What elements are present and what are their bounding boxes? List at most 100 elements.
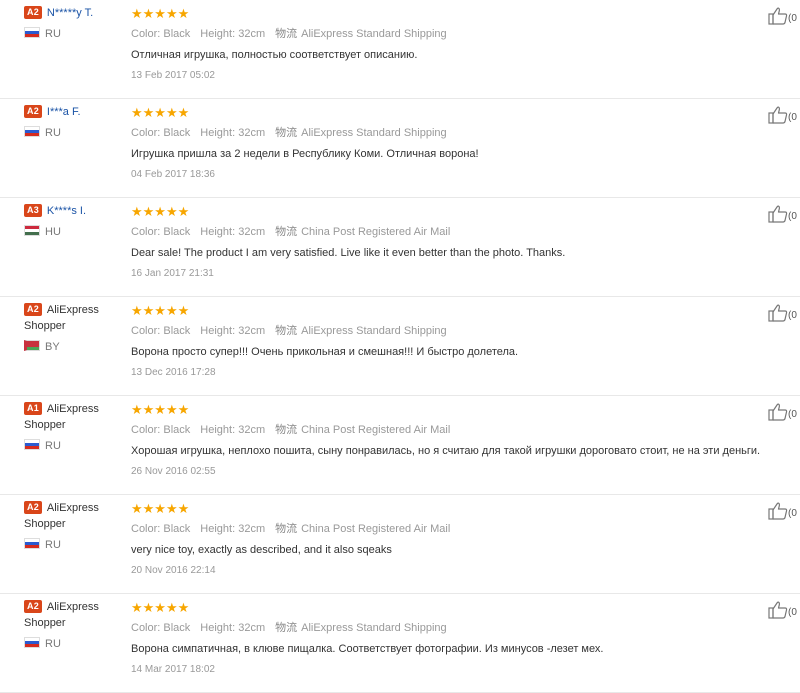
reviewer-country: RU <box>24 637 124 650</box>
review-item: A3 K****s I. HU ★★★★★ Color: Black Height:… <box>0 198 800 297</box>
reviewer-info: A2 AliExpress Shopper BY <box>24 302 124 353</box>
reviewer-country: RU <box>24 126 124 139</box>
buyer-level-badge: A2 <box>24 105 42 118</box>
country-flag-icon <box>24 225 40 236</box>
rating-stars: ★★★★★ <box>131 204 190 219</box>
buyer-level-badge: A2 <box>24 501 42 514</box>
shipping-method: AliExpress Standard Shipping <box>301 28 447 40</box>
logistics-label: 物流 <box>275 622 298 634</box>
helpful-count: (0 <box>788 508 797 519</box>
buyer-level-badge: A1 <box>24 402 42 415</box>
order-color: Color: Black <box>131 127 191 139</box>
logistics-label: 物流 <box>275 424 298 436</box>
review-date: 13 Dec 2016 17:28 <box>131 367 216 378</box>
review-date: 14 Mar 2017 18:02 <box>131 664 215 675</box>
country-flag-icon <box>24 637 40 648</box>
buyer-level-badge: A2 <box>24 303 42 316</box>
helpful-button[interactable]: (0 <box>768 304 797 322</box>
country-code: RU <box>45 440 61 452</box>
logistics-label: 物流 <box>275 127 298 139</box>
reviewer-name[interactable]: N*****y T. <box>47 7 93 19</box>
review-item: A2 N*****y T. RU ★★★★★ Color: Black Height… <box>0 0 800 99</box>
review-text: Хорошая игрушка, неплохо пошита, сыну по… <box>131 445 761 457</box>
logistics-label: 物流 <box>275 325 298 337</box>
thumbs-up-icon <box>768 601 788 619</box>
review-text: Ворона симпатичная, в клюве пищалка. Соо… <box>131 643 604 655</box>
order-info: Color: Black Height: 32cm 物流 China Post Reg… <box>131 424 771 436</box>
rating-stars: ★★★★★ <box>131 501 190 516</box>
thumbs-up-icon <box>768 106 788 124</box>
reviewer-name-line: A1 AliExpress Shopper <box>24 401 124 433</box>
reviewer-country: BY <box>24 340 124 353</box>
reviewer-info: A2 AliExpress Shopper RU <box>24 500 124 551</box>
country-code: RU <box>45 638 61 650</box>
reviewer-country: RU <box>24 538 124 551</box>
reviewer-info: A2 N*****y T. RU <box>24 5 124 40</box>
helpful-button[interactable]: (0 <box>768 7 797 25</box>
reviewer-name-line: A2 I***a F. <box>24 104 124 120</box>
rating-stars: ★★★★★ <box>131 600 190 615</box>
order-info: Color: Black Height: 32cm 物流 AliExpress Sta… <box>131 622 771 634</box>
helpful-count: (0 <box>788 211 797 222</box>
buyer-level-badge: A2 <box>24 6 42 19</box>
helpful-button[interactable]: (0 <box>768 106 797 124</box>
helpful-count: (0 <box>788 607 797 618</box>
order-height: Height: 32cm <box>200 325 266 337</box>
shipping-method: AliExpress Standard Shipping <box>301 127 447 139</box>
review-item: A2 AliExpress Shopper RU ★★★★★ Color: Bla… <box>0 594 800 693</box>
shipping-method: China Post Registered Air Mail <box>301 424 451 436</box>
logistics-label: 物流 <box>275 523 298 535</box>
reviewer-country: HU <box>24 225 124 238</box>
helpful-button[interactable]: (0 <box>768 205 797 223</box>
order-height: Height: 32cm <box>200 622 266 634</box>
helpful-count: (0 <box>788 112 797 123</box>
review-date: 04 Feb 2017 18:36 <box>131 169 215 180</box>
review-text: Dear sale! The product I am very satisfi… <box>131 247 566 259</box>
country-flag-icon <box>24 538 40 549</box>
helpful-count: (0 <box>788 409 797 420</box>
shipping-method: China Post Registered Air Mail <box>301 226 451 238</box>
review-content: ★★★★★ Color: Black Height: 32cm 物流 AliExpre… <box>131 601 771 676</box>
reviewer-info: A3 K****s I. HU <box>24 203 124 238</box>
country-flag-icon <box>24 27 40 38</box>
shipping-method: AliExpress Standard Shipping <box>301 325 447 337</box>
review-content: ★★★★★ Color: Black Height: 32cm 物流 China Po… <box>131 502 771 577</box>
review-date: 20 Nov 2016 22:14 <box>131 565 216 576</box>
shipping-method: AliExpress Standard Shipping <box>301 622 447 634</box>
order-color: Color: Black <box>131 325 191 337</box>
review-text: Игрушка пришла за 2 недели в Республику … <box>131 148 479 160</box>
country-code: BY <box>45 341 60 353</box>
thumbs-up-icon <box>768 205 788 223</box>
reviewer-name[interactable]: K****s I. <box>47 205 86 217</box>
reviewer-name-line: A2 N*****y T. <box>24 5 124 21</box>
helpful-button[interactable]: (0 <box>768 403 797 421</box>
country-flag-icon <box>24 439 40 450</box>
order-color: Color: Black <box>131 523 191 535</box>
order-info: Color: Black Height: 32cm 物流 AliExpress Sta… <box>131 127 771 139</box>
helpful-button[interactable]: (0 <box>768 601 797 619</box>
reviewer-country: RU <box>24 27 124 40</box>
order-color: Color: Black <box>131 28 191 40</box>
rating-stars: ★★★★★ <box>131 402 190 417</box>
review-content: ★★★★★ Color: Black Height: 32cm 物流 AliExpre… <box>131 304 771 379</box>
helpful-button[interactable]: (0 <box>768 502 797 520</box>
reviewer-name-line: A2 AliExpress Shopper <box>24 500 124 532</box>
reviewer-name-line: A3 K****s I. <box>24 203 124 219</box>
review-text: Ворона просто супер!!! Очень прикольная … <box>131 346 519 358</box>
rating-stars: ★★★★★ <box>131 105 190 120</box>
order-color: Color: Black <box>131 226 191 238</box>
country-flag-icon <box>24 340 40 351</box>
reviewer-name-line: A2 AliExpress Shopper <box>24 599 124 631</box>
order-color: Color: Black <box>131 424 191 436</box>
shipping-method: China Post Registered Air Mail <box>301 523 451 535</box>
helpful-count: (0 <box>788 13 797 24</box>
review-item: A2 AliExpress Shopper BY ★★★★★ Color: Bla… <box>0 297 800 396</box>
review-content: ★★★★★ Color: Black Height: 32cm 物流 China Po… <box>131 403 771 478</box>
country-code: HU <box>45 226 61 238</box>
thumbs-up-icon <box>768 403 788 421</box>
logistics-label: 物流 <box>275 28 298 40</box>
reviewer-country: RU <box>24 439 124 452</box>
country-code: RU <box>45 28 61 40</box>
country-flag-icon <box>24 126 40 137</box>
reviewer-name[interactable]: I***a F. <box>47 106 81 118</box>
